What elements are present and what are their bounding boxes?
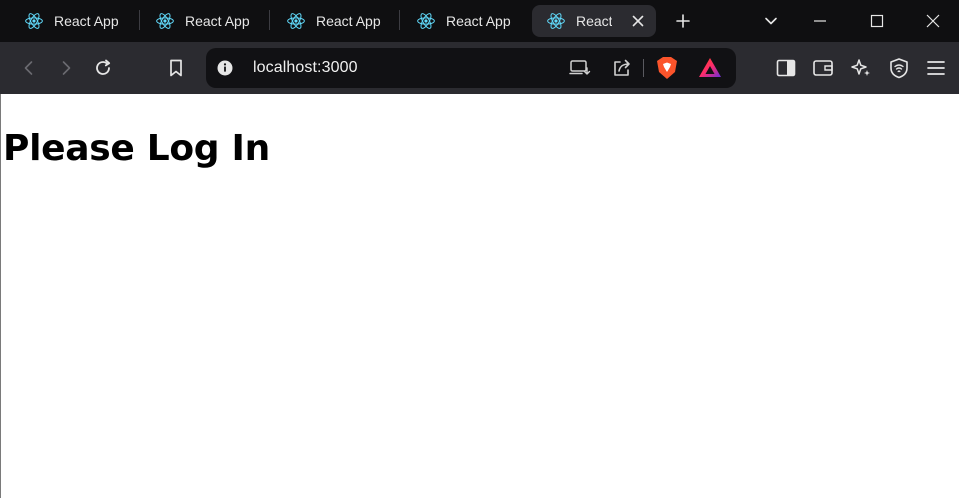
- tab-separator: [139, 10, 140, 30]
- tab-4[interactable]: React App: [406, 5, 530, 37]
- sparkle-icon: [851, 59, 870, 76]
- minimize-icon: [814, 20, 826, 22]
- tab-strip: React App React App React App React App …: [0, 0, 959, 42]
- address-bar-separator: [643, 59, 644, 77]
- brave-rewards-icon[interactable]: [698, 57, 722, 79]
- site-info-icon[interactable]: [217, 60, 233, 76]
- tab-2[interactable]: React App: [145, 5, 269, 37]
- tab-title: React App: [576, 13, 612, 29]
- browser-toolbar: localhost:3000: [0, 42, 959, 94]
- maximize-button[interactable]: [862, 6, 892, 36]
- bookmark-icon: [170, 59, 182, 77]
- tab-separator: [399, 10, 400, 30]
- chevron-left-icon: [24, 61, 33, 75]
- main-menu-button[interactable]: [922, 54, 950, 82]
- sidebar-toggle-button[interactable]: [772, 54, 800, 82]
- tab-1[interactable]: React App: [14, 5, 138, 37]
- react-logo-icon: [417, 13, 435, 29]
- close-icon: [926, 14, 940, 28]
- hamburger-menu-icon: [927, 61, 945, 75]
- page-content: Please Log In: [0, 94, 959, 498]
- react-logo-icon: [547, 13, 565, 29]
- window-close-button[interactable]: [918, 6, 948, 36]
- react-logo-icon: [25, 13, 43, 29]
- sidebar-icon: [776, 59, 796, 77]
- chevron-down-icon: [765, 17, 777, 25]
- brave-shields-icon[interactable]: [656, 56, 678, 80]
- chevron-right-icon: [62, 61, 71, 75]
- vpn-button[interactable]: [885, 54, 913, 82]
- reload-icon: [96, 59, 111, 75]
- address-bar[interactable]: localhost:3000: [206, 48, 736, 88]
- close-tab-icon[interactable]: [628, 11, 648, 31]
- maximize-icon: [870, 14, 884, 28]
- tab-title: React App: [185, 13, 250, 29]
- tab-search-button[interactable]: [756, 6, 786, 36]
- react-logo-icon: [287, 13, 305, 29]
- leo-ai-button[interactable]: [847, 54, 875, 82]
- minimize-button[interactable]: [805, 6, 835, 36]
- bookmark-button[interactable]: [162, 54, 190, 82]
- tab-title: React App: [54, 13, 119, 29]
- wallet-icon: [813, 60, 833, 76]
- forward-button[interactable]: [52, 54, 80, 82]
- new-tab-button[interactable]: [668, 6, 698, 36]
- vpn-shield-icon: [890, 58, 908, 79]
- plus-icon: [676, 14, 690, 28]
- share-icon[interactable]: [611, 57, 633, 79]
- tab-title: React App: [446, 13, 511, 29]
- tab-3[interactable]: React App: [276, 5, 400, 37]
- reload-button[interactable]: [89, 54, 117, 82]
- url-text[interactable]: localhost:3000: [253, 59, 358, 77]
- react-logo-icon: [156, 13, 174, 29]
- back-button[interactable]: [15, 54, 43, 82]
- tab-title: React App: [316, 13, 381, 29]
- tab-separator: [269, 10, 270, 30]
- wallet-button[interactable]: [809, 54, 837, 82]
- tab-5-active[interactable]: React App: [532, 5, 656, 37]
- page-title: Please Log In: [3, 128, 270, 169]
- cast-install-icon[interactable]: [569, 59, 591, 77]
